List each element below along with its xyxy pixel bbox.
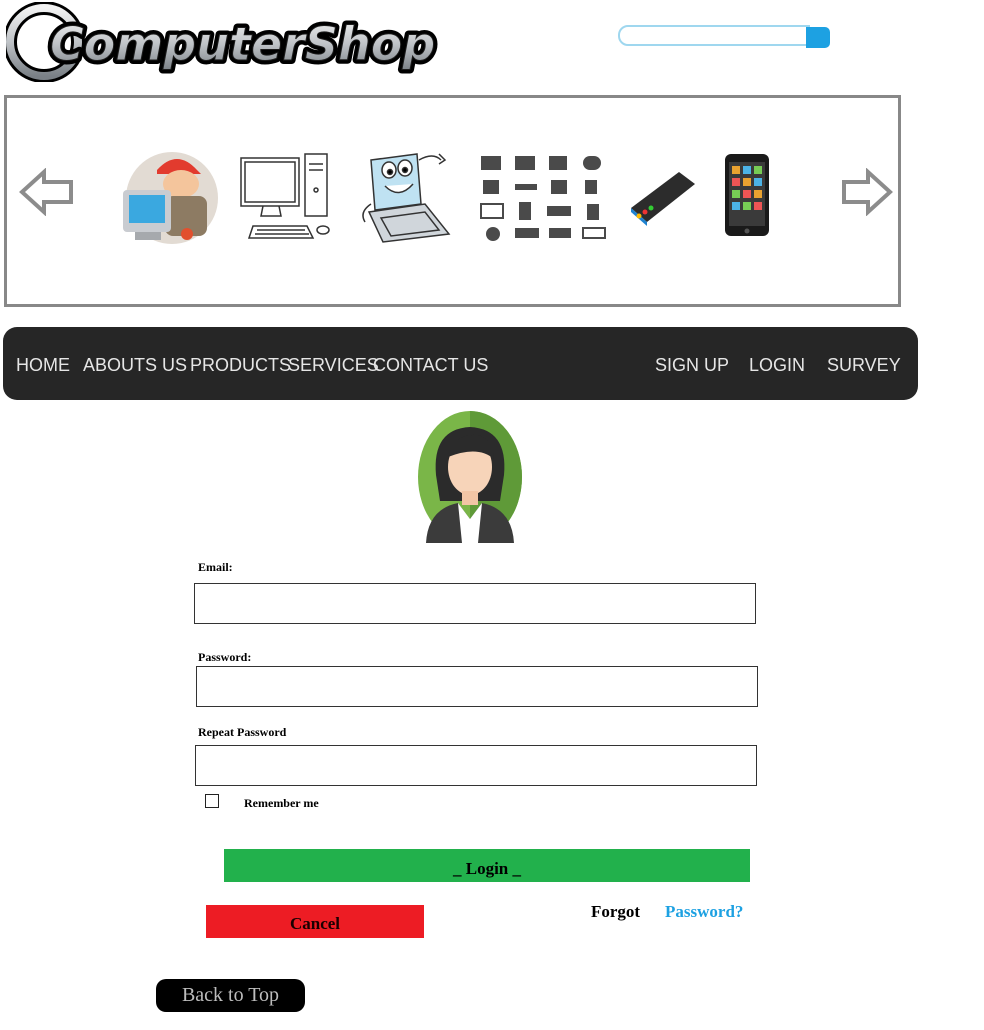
nav-services[interactable]: SERVICES — [288, 354, 379, 376]
nav-survey[interactable]: SURVEY — [827, 354, 901, 376]
main-navbar: HOME ABOUTS US PRODUCTS SERVICES CONTACT… — [3, 327, 918, 400]
repeat-password-label: Repeat Password — [198, 725, 287, 739]
desktop-pc-icon — [239, 150, 335, 251]
back-to-top-button[interactable]: Back to Top — [156, 979, 305, 1012]
login-button[interactable]: _ Login _ — [224, 849, 750, 882]
repeat-password-field[interactable] — [195, 745, 757, 786]
logo-text: ComputerShop — [50, 17, 435, 71]
computershop-logo[interactable]: ComputerShop ComputerShop — [6, 2, 440, 82]
nav-sign-up[interactable]: SIGN UP — [655, 354, 729, 376]
search-box — [618, 25, 830, 50]
hardware-grid-icon — [479, 154, 609, 251]
password-label: Password: — [198, 650, 252, 664]
smartphone-icon — [627, 168, 699, 233]
nav-products[interactable]: PRODUCTS — [190, 354, 291, 376]
email-label: Email: — [198, 560, 233, 574]
forgot-text: Forgot — [591, 902, 641, 921]
product-carousel — [4, 95, 901, 307]
password-field[interactable] — [196, 666, 758, 707]
nav-home[interactable]: HOME — [16, 354, 70, 376]
tablet-icon — [719, 150, 777, 245]
search-button[interactable] — [806, 27, 830, 48]
forgot-password-link[interactable]: Password? — [665, 902, 743, 922]
email-field[interactable] — [194, 583, 756, 624]
logo-graphic: ComputerShop ComputerShop — [6, 2, 439, 82]
nav-contact-us[interactable]: CONTACT US — [373, 354, 488, 376]
user-avatar-icon — [414, 405, 556, 547]
nav-about-us[interactable]: ABOUTS US — [83, 354, 187, 376]
remember-me-checkbox[interactable] — [205, 794, 219, 808]
carousel-next-arrow-icon[interactable] — [841, 168, 893, 216]
nav-login[interactable]: LOGIN — [749, 354, 805, 376]
remember-me-label: Remember me — [244, 796, 319, 810]
search-input[interactable] — [618, 25, 810, 46]
technician-icon — [117, 148, 227, 251]
carousel-prev-arrow-icon[interactable] — [19, 168, 75, 216]
laptop-mascot-icon — [359, 150, 459, 251]
cancel-button[interactable]: Cancel — [206, 905, 424, 938]
